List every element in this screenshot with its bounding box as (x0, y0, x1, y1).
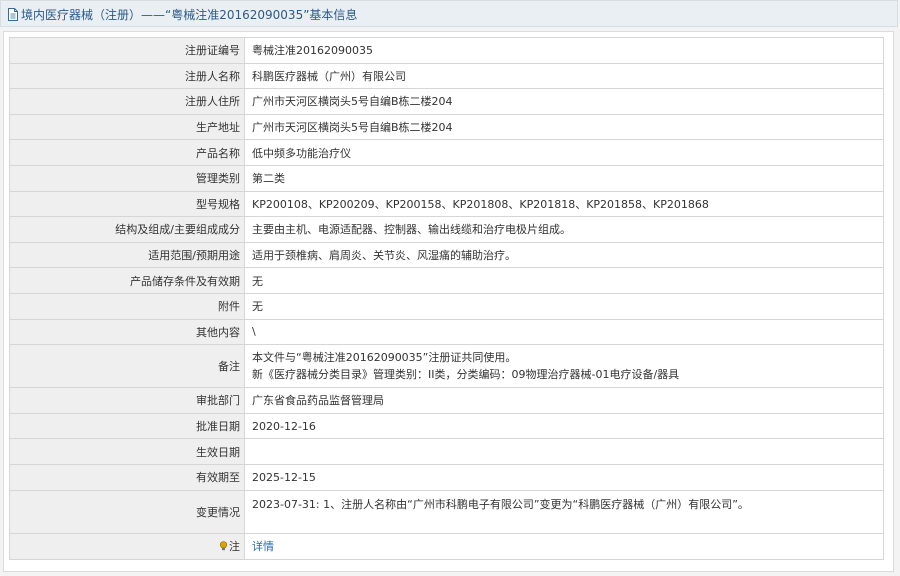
table-row: 型号规格 KP200108、KP200209、KP200158、KP201808… (9, 190, 884, 218)
row-label: 批准日期 (9, 412, 245, 440)
row-label: 生效日期 (9, 438, 245, 465)
row-label: 变更情况 (9, 489, 245, 534)
row-value (244, 438, 884, 465)
row-label: 生产地址 (9, 113, 245, 141)
row-label: 备注 (9, 344, 245, 389)
table-row: 注册人名称 科鹏医疗器械（广州）有限公司 (9, 62, 884, 90)
table-row: 变更情况 2023-07-31: 1、注册人名称由“广州市科鹏电子有限公司”变更… (9, 489, 884, 534)
document-icon (8, 8, 18, 21)
remark-line: 本文件与“粤械注准20162090035”注册证共同使用。 (252, 351, 517, 365)
row-value: 低中频多功能治疗仪 (244, 139, 884, 166)
row-label: 注册证编号 (9, 37, 245, 64)
row-label: 审批部门 (9, 387, 245, 414)
row-label: 有效期至 (9, 463, 245, 491)
note-value: 详情 (244, 532, 884, 560)
table-row: 适用范围/预期用途 适用于颈椎病、肩周炎、关节炎、风湿痛的辅助治疗。 (9, 241, 884, 269)
row-label: 型号规格 (9, 190, 245, 218)
row-label: 其他内容 (9, 318, 245, 346)
row-label: 注册人名称 (9, 62, 245, 90)
table-row: 产品储存条件及有效期 无 (9, 267, 884, 294)
page-header: 境内医疗器械（注册）——“粤械注准20162090035”基本信息 (0, 0, 898, 27)
table-row: 备注 本文件与“粤械注准20162090035”注册证共同使用。 新《医疗器械分… (9, 344, 884, 389)
table-row: 生产地址 广州市天河区横岗头5号自编B栋二楼204 (9, 113, 884, 141)
note-label-cell: 注 (9, 532, 245, 560)
remark-line: 新《医疗器械分类目录》管理类别：II类，分类编码：09物理治疗器械-01电疗设备… (252, 368, 680, 382)
table-row: 批准日期 2020-12-16 (9, 412, 884, 440)
table-row: 审批部门 广东省食品药品监督管理局 (9, 387, 884, 414)
row-value: 广东省食品药品监督管理局 (244, 387, 884, 414)
table-row: 结构及组成/主要组成成分 主要由主机、电源适配器、控制器、输出线缆和治疗电极片组… (9, 216, 884, 243)
row-value: \ (244, 318, 884, 346)
row-label: 产品储存条件及有效期 (9, 267, 245, 294)
row-value: 粤械注准20162090035 (244, 37, 884, 64)
table-row: 注 详情 (9, 532, 884, 560)
row-label: 注册人住所 (9, 88, 245, 115)
page-title: 境内医疗器械（注册）——“粤械注准20162090035”基本信息 (21, 8, 358, 22)
row-label: 产品名称 (9, 139, 245, 166)
row-value: 适用于颈椎病、肩周炎、关节炎、风湿痛的辅助治疗。 (244, 241, 884, 269)
change-value: 2023-07-31: 1、注册人名称由“广州市科鹏电子有限公司”变更为“科鹏医… (244, 489, 884, 534)
note-label: 注 (229, 540, 240, 553)
lightbulb-icon (219, 541, 228, 551)
remark-value: 本文件与“粤械注准20162090035”注册证共同使用。 新《医疗器械分类目录… (244, 344, 884, 389)
header-title-wrap: 境内医疗器械（注册）——“粤械注准20162090035”基本信息 (7, 6, 357, 23)
row-value: 科鹏医疗器械（广州）有限公司 (244, 62, 884, 90)
row-value: 2020-12-16 (244, 412, 884, 440)
row-label: 附件 (9, 292, 245, 320)
row-value: 第二类 (244, 164, 884, 192)
table-row: 注册证编号 粤械注准20162090035 (9, 37, 884, 64)
row-label: 管理类别 (9, 164, 245, 192)
table-row: 生效日期 (9, 438, 884, 465)
row-label: 适用范围/预期用途 (9, 241, 245, 269)
row-value: 2025-12-15 (244, 463, 884, 491)
table-row: 其他内容 \ (9, 318, 884, 346)
row-value: 无 (244, 267, 884, 294)
row-value: 主要由主机、电源适配器、控制器、输出线缆和治疗电极片组成。 (244, 216, 884, 243)
row-value: 广州市天河区横岗头5号自编B栋二楼204 (244, 113, 884, 141)
table-row: 有效期至 2025-12-15 (9, 463, 884, 491)
table-row: 管理类别 第二类 (9, 164, 884, 192)
row-value: 广州市天河区横岗头5号自编B栋二楼204 (244, 88, 884, 115)
info-table: 注册证编号 粤械注准20162090035 注册人名称 科鹏医疗器械（广州）有限… (9, 37, 884, 560)
table-row: 产品名称 低中频多功能治疗仪 (9, 139, 884, 166)
table-row: 附件 无 (9, 292, 884, 320)
info-panel: 注册证编号 粤械注准20162090035 注册人名称 科鹏医疗器械（广州）有限… (3, 31, 894, 572)
row-label: 结构及组成/主要组成成分 (9, 216, 245, 243)
row-value: 无 (244, 292, 884, 320)
details-link[interactable]: 详情 (252, 540, 274, 553)
row-value: KP200108、KP200209、KP200158、KP201808、KP20… (244, 190, 884, 218)
table-row: 注册人住所 广州市天河区横岗头5号自编B栋二楼204 (9, 88, 884, 115)
